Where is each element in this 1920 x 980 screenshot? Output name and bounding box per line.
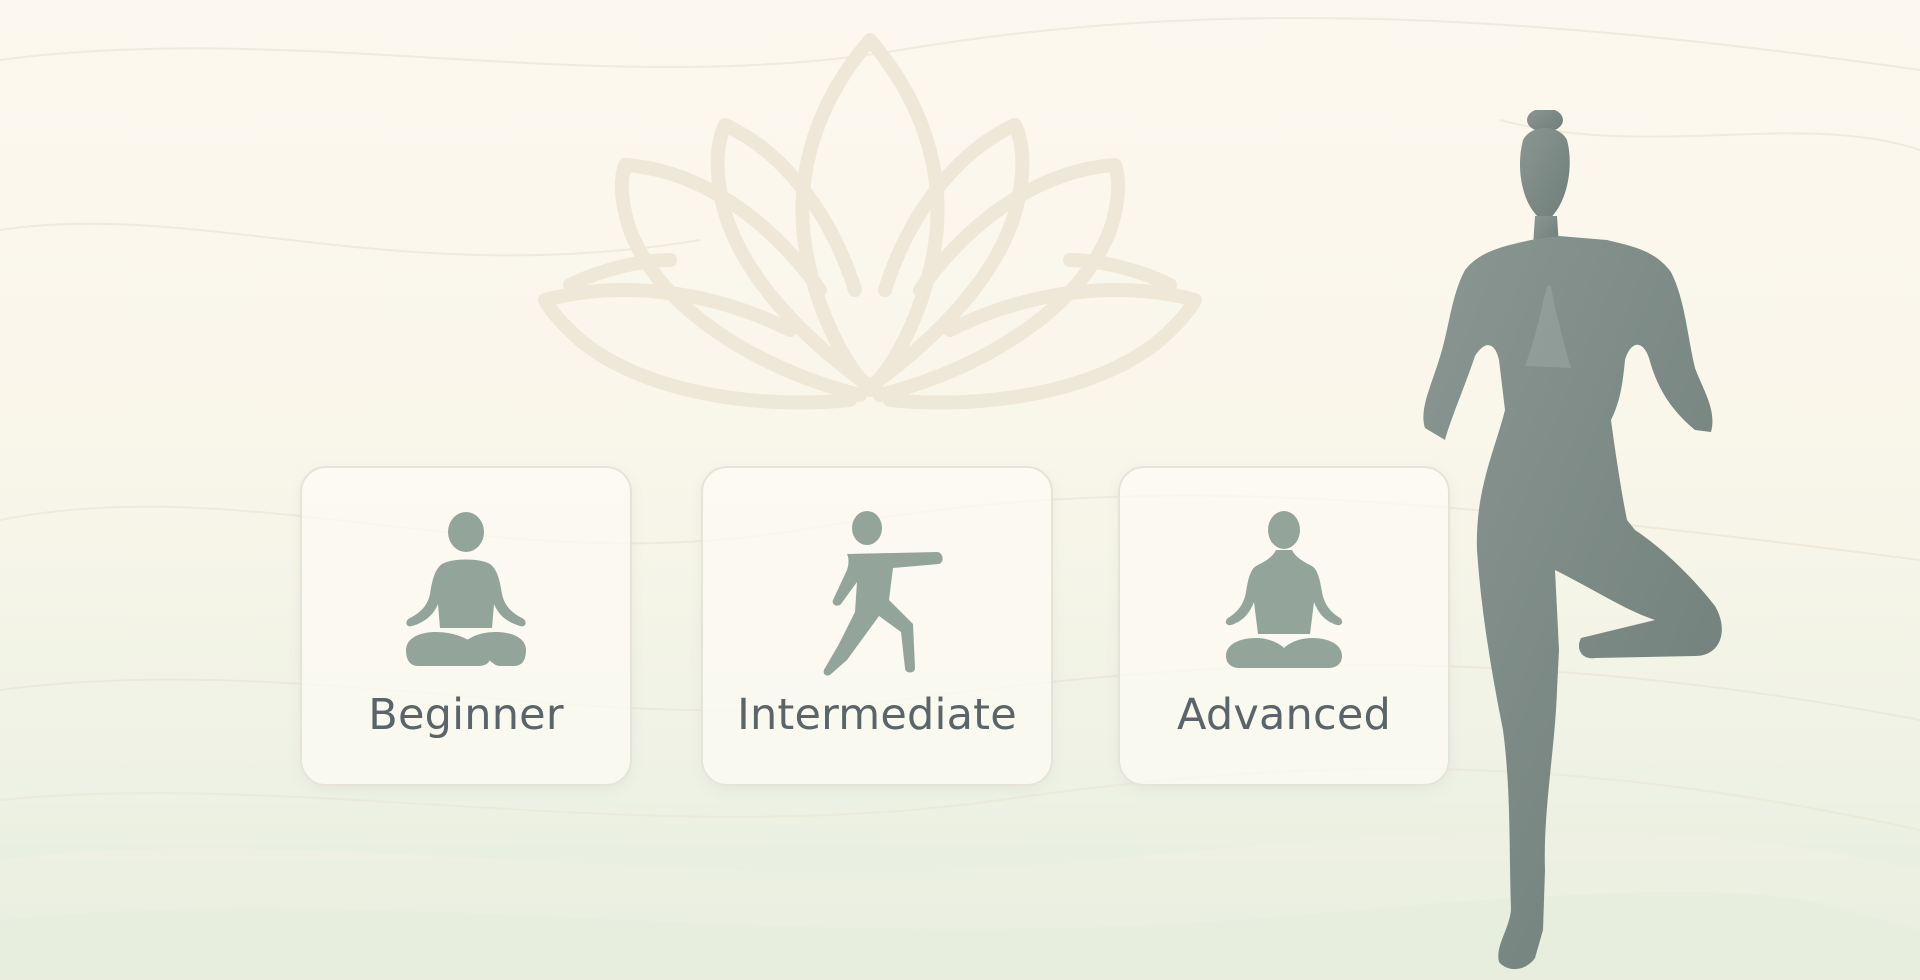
lotus-pose-icon	[406, 512, 526, 666]
tree-pose-figure-icon	[1423, 110, 1722, 970]
level-label-intermediate: Intermediate	[737, 690, 1017, 740]
level-card-intermediate[interactable]: Intermediate	[701, 466, 1053, 786]
lotus-watermark-icon	[538, 33, 1202, 410]
warrior-pose-icon	[823, 511, 943, 676]
level-card-beginner[interactable]: Beginner	[300, 466, 632, 786]
seated-meditation-icon	[1225, 511, 1343, 668]
level-label-beginner: Beginner	[368, 690, 564, 740]
